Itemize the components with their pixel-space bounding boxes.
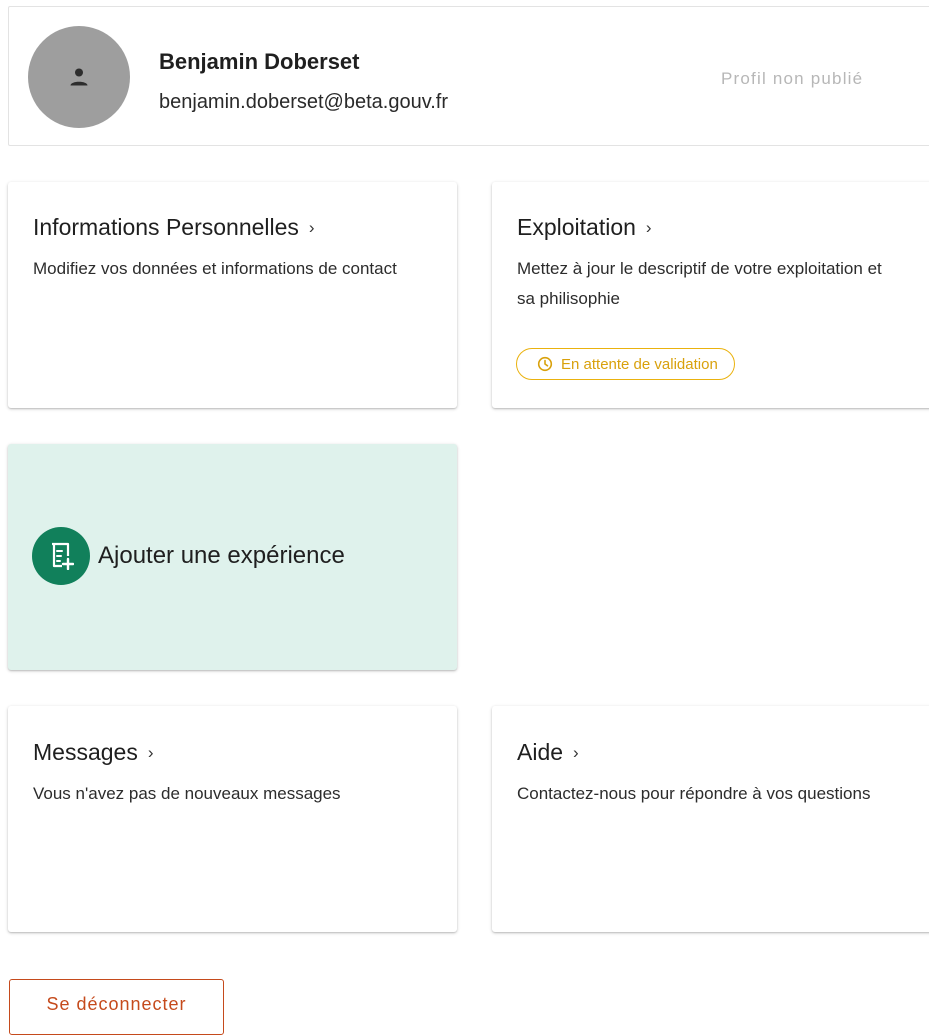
informations-personnelles-card[interactable]: Informations Personnelles › Modifiez vos … [8,182,457,408]
chevron-right-icon: › [308,218,315,237]
card-title[interactable]: Informations Personnelles › [33,214,315,241]
card-title[interactable]: Exploitation › [517,214,652,241]
profile-card: Benjamin Doberset benjamin.doberset@beta… [8,6,929,146]
card-description: Vous n'avez pas de nouveaux messages [33,784,341,803]
person-icon [70,68,88,86]
logout-button[interactable]: Se déconnecter [9,979,224,1035]
card-title[interactable]: Aide › [517,739,579,766]
profile-email: benjamin.doberset@beta.gouv.fr [159,91,448,113]
add-experience-icon [32,527,90,585]
card-description: Mettez à jour le descriptif de votre exp… [517,259,882,308]
chevron-right-icon: › [645,218,652,237]
card-title-label: Informations Personnelles [33,214,299,240]
chevron-right-icon: › [573,743,579,762]
card-title-label: Messages [33,739,138,765]
avatar [28,26,130,128]
messages-card[interactable]: Messages › Vous n'avez pas de nouveaux me… [8,706,457,932]
exploitation-card[interactable]: Exploitation › Mettez à jour le descripti… [492,182,929,408]
card-title-label: Exploitation [517,214,636,240]
add-experience-label: Ajouter une expérience [98,542,345,569]
card-title-label: Aide [517,739,564,765]
profile-name: Benjamin Doberset [159,49,360,74]
card-description: Contactez-nous pour répondre à vos quest… [517,784,871,803]
profile-status: Profil non publié [721,69,864,88]
status-badge: En attente de validation [516,348,735,380]
card-description: Modifiez vos données et informations de … [33,259,397,278]
chevron-right-icon: › [147,743,154,762]
status-badge-label: En attente de validation [561,355,718,373]
aide-card[interactable]: Aide › Contactez-nous pour répondre à vos… [492,706,929,932]
add-experience-card[interactable]: Ajouter une expérience [8,444,457,670]
clock-icon [537,356,553,372]
card-title[interactable]: Messages › [33,739,154,766]
